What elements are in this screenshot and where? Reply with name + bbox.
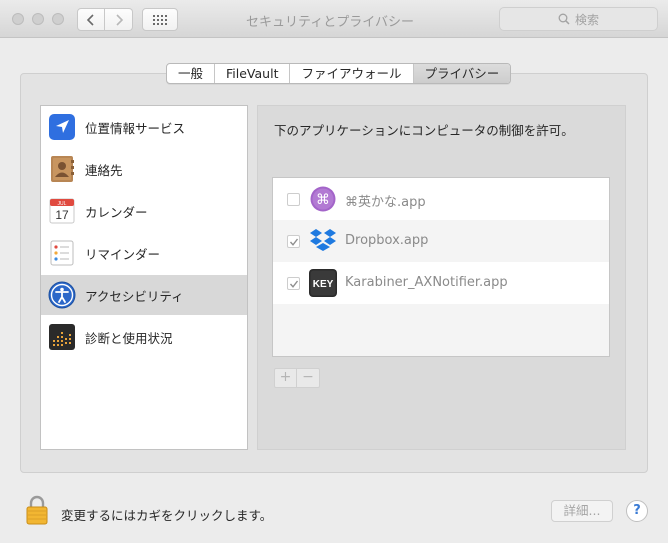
contacts-book-icon	[48, 155, 76, 183]
location-arrow-icon	[48, 113, 76, 141]
service-label: 診断と使用状況	[85, 330, 173, 346]
service-item-diagnostics[interactable]: 診断と使用状況	[41, 317, 247, 357]
title-bar: セキュリティとプライバシー 検索	[0, 0, 668, 38]
tab-bar: 一般 FileVault ファイアウォール プライバシー	[166, 63, 512, 84]
privacy-service-list[interactable]: 位置情報サービス 連絡先 JUL 17 カレンダー リマインダー アクセシビリテ…	[40, 105, 248, 450]
forward-button[interactable]	[105, 8, 133, 31]
calendar-month: JUL	[58, 201, 67, 207]
minimize-window-button[interactable]	[32, 13, 44, 25]
service-label: 位置情報サービス	[85, 120, 186, 136]
search-icon	[558, 13, 570, 25]
app-checkbox[interactable]	[287, 193, 300, 206]
calendar-icon: JUL 17	[48, 197, 76, 225]
service-item-calendar[interactable]: JUL 17 カレンダー	[41, 191, 247, 231]
dropbox-icon	[309, 227, 337, 255]
lock-instruction: 変更するにはカギをクリックします。	[61, 508, 273, 523]
app-checkbox[interactable]	[287, 235, 300, 248]
command-key-icon: ⌘	[309, 185, 337, 213]
tab-filevault[interactable]: FileVault	[215, 64, 291, 83]
back-button[interactable]	[77, 8, 105, 31]
tab-general[interactable]: 一般	[167, 64, 216, 83]
service-item-location[interactable]: 位置情報サービス	[41, 107, 247, 147]
window-title: セキュリティとプライバシー	[246, 15, 414, 30]
app-name: ⌘英かな.app	[345, 195, 426, 210]
tab-firewall[interactable]: ファイアウォール	[290, 64, 414, 83]
chevron-right-icon	[115, 13, 123, 26]
app-list-empty-row	[273, 304, 609, 356]
app-list[interactable]: ⌘ ⌘英かな.app Dropbox.app KEY Karabiner_AXN…	[272, 177, 610, 357]
lock-icon[interactable]	[25, 495, 49, 525]
show-all-button[interactable]	[142, 8, 178, 31]
app-checkbox[interactable]	[287, 277, 300, 290]
zoom-window-button[interactable]	[52, 13, 64, 25]
karabiner-key-icon: KEY	[309, 269, 337, 297]
diagnostics-chart-icon	[48, 323, 76, 351]
service-item-reminders[interactable]: リマインダー	[41, 233, 247, 273]
calendar-day: 17	[55, 208, 69, 222]
checkmark-icon	[289, 280, 298, 288]
add-app-button[interactable]: +	[275, 369, 297, 387]
add-remove-buttons: + −	[274, 368, 320, 388]
service-label: 連絡先	[85, 162, 123, 178]
app-row[interactable]: Dropbox.app	[273, 220, 609, 262]
app-row[interactable]: KEY Karabiner_AXNotifier.app	[273, 262, 609, 304]
app-name: Dropbox.app	[345, 233, 429, 248]
app-name: Karabiner_AXNotifier.app	[345, 275, 508, 290]
grid-icon	[153, 14, 167, 25]
command-glyph: ⌘	[316, 192, 330, 208]
accessibility-person-icon	[48, 281, 76, 309]
service-label: アクセシビリティ	[85, 288, 184, 304]
service-item-accessibility[interactable]: アクセシビリティ	[41, 275, 247, 315]
details-button[interactable]: 詳細...	[551, 500, 613, 522]
app-row[interactable]: ⌘ ⌘英かな.app	[273, 178, 609, 220]
help-button[interactable]: ?	[626, 500, 648, 522]
service-label: カレンダー	[85, 204, 148, 220]
service-item-contacts[interactable]: 連絡先	[41, 149, 247, 189]
reminders-list-icon	[48, 239, 76, 267]
tab-privacy[interactable]: プライバシー	[413, 64, 511, 83]
remove-app-button[interactable]: −	[297, 369, 319, 387]
search-placeholder: 検索	[574, 12, 599, 27]
search-field[interactable]: 検索	[499, 7, 658, 31]
service-label: リマインダー	[85, 246, 161, 262]
key-label: KEY	[313, 279, 334, 290]
chevron-left-icon	[86, 13, 94, 26]
checkmark-icon	[289, 238, 298, 246]
panel-heading: 下のアプリケーションにコンピュータの制御を許可。	[274, 123, 574, 138]
close-window-button[interactable]	[12, 13, 24, 25]
